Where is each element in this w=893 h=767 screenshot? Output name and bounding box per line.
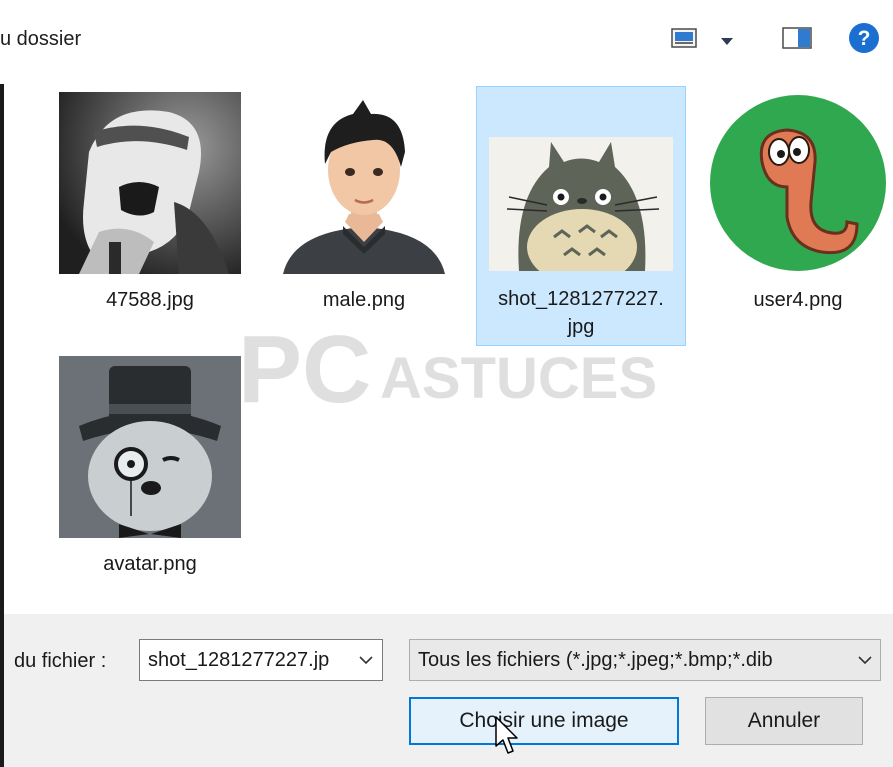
dialog-footer: du fichier : shot_1281277227.jp Tous les… [0,614,893,767]
mouse-cursor-icon [495,716,521,761]
open-button[interactable]: Choisir une image [409,697,679,745]
filename-value: shot_1281277227.jp [148,649,330,671]
file-item[interactable]: 47588.jpg [50,88,250,350]
thumbnail-view-icon[interactable] [671,26,697,55]
filename-combobox[interactable]: shot_1281277227.jp [139,639,383,681]
file-item[interactable]: user4.png [698,88,893,350]
file-thumbnail [273,92,455,274]
filter-value: Tous les fichiers (*.jpg;*.jpeg;*.bmp;*.… [418,649,773,671]
file-thumbnail [59,356,241,538]
file-thumbnail [489,137,673,271]
file-name-line1: shot_1281277227. [498,288,664,310]
file-name: avatar.png [103,553,197,575]
help-label: ? [858,27,871,50]
file-name-line2: jpg [567,316,595,338]
file-item[interactable]: male.png [264,88,464,350]
window-left-edge [0,614,4,767]
file-item[interactable]: avatar.png [50,352,250,614]
file-list[interactable]: 47588.jpg male.png shot_1281277227. jpg … [6,84,893,614]
open-button-label: Choisir une image [459,709,629,732]
cancel-button[interactable]: Annuler [705,697,863,745]
help-icon[interactable]: ? [848,22,880,59]
filename-label: du fichier : [14,650,107,672]
file-type-filter[interactable]: Tous les fichiers (*.jpg;*.jpeg;*.bmp;*.… [409,639,881,681]
toolbar: u dossier ? [0,0,893,84]
chevron-down-icon[interactable] [356,640,376,680]
chevron-down-icon[interactable] [850,640,880,680]
file-name: 47588.jpg [106,289,194,311]
cancel-button-label: Annuler [747,709,821,732]
file-name: user4.png [753,289,843,311]
preview-pane-icon[interactable] [782,26,812,55]
window-left-edge [0,84,4,614]
chevron-down-icon[interactable] [720,34,734,52]
file-item-selected[interactable]: shot_1281277227. jpg [476,86,686,346]
toolbar-title: u dossier [0,28,82,50]
file-thumbnail [59,92,241,274]
file-name: male.png [322,289,406,311]
file-thumbnail [707,92,889,274]
